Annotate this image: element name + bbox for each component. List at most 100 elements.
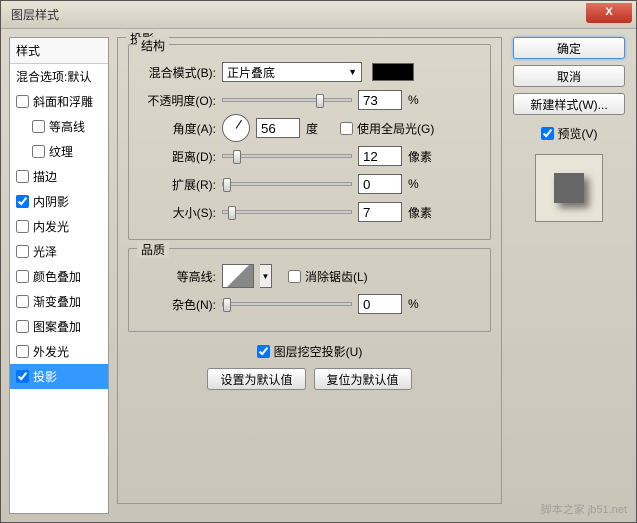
distance-slider[interactable] <box>222 154 352 158</box>
close-button[interactable]: X <box>586 3 632 23</box>
style-item-11[interactable]: 投影 <box>10 364 108 389</box>
spread-slider[interactable] <box>222 182 352 186</box>
contour-dropdown-arrow[interactable]: ▼ <box>260 264 272 288</box>
style-checkbox[interactable] <box>16 320 29 333</box>
dialog-title: 图层样式 <box>5 6 59 23</box>
quality-legend: 品质 <box>137 241 169 258</box>
style-label: 渐变叠加 <box>33 293 81 310</box>
preview-label: 预览(V) <box>558 125 598 142</box>
angle-dial[interactable] <box>222 114 250 142</box>
style-item-0[interactable]: 斜面和浮雕 <box>10 89 108 114</box>
cancel-button[interactable]: 取消 <box>513 65 625 87</box>
preview-shadow-icon <box>554 173 584 203</box>
style-label: 斜面和浮雕 <box>33 93 93 110</box>
style-item-4[interactable]: 内阴影 <box>10 189 108 214</box>
style-item-8[interactable]: 渐变叠加 <box>10 289 108 314</box>
distance-row: 距离(D): 像素 <box>141 145 478 167</box>
blend-mode-value: 正片叠底 <box>227 64 275 81</box>
new-style-button[interactable]: 新建样式(W)... <box>513 93 625 115</box>
noise-unit: % <box>408 297 436 311</box>
style-item-7[interactable]: 颜色叠加 <box>10 264 108 289</box>
global-light-checkbox[interactable] <box>340 122 353 135</box>
style-checkbox[interactable] <box>32 120 45 133</box>
noise-row: 杂色(N): % <box>141 293 478 315</box>
ok-button[interactable]: 确定 <box>513 37 625 59</box>
make-default-button[interactable]: 设置为默认值 <box>207 368 305 390</box>
opacity-input[interactable] <box>358 90 402 110</box>
style-label: 描边 <box>33 168 57 185</box>
knockout-checkbox-row[interactable]: 图层挖空投影(U) <box>257 343 363 360</box>
style-label: 光泽 <box>33 243 57 260</box>
global-light-label: 使用全局光(G) <box>357 120 434 137</box>
style-label: 内阴影 <box>33 193 69 210</box>
antialias-checkbox[interactable] <box>288 270 301 283</box>
style-label: 图案叠加 <box>33 318 81 335</box>
contour-label: 等高线: <box>141 268 216 285</box>
preview-checkbox[interactable] <box>541 127 554 140</box>
antialias-label: 消除锯齿(L) <box>305 268 368 285</box>
size-unit: 像素 <box>408 204 436 221</box>
spread-unit: % <box>408 177 436 191</box>
style-checkbox[interactable] <box>16 370 29 383</box>
global-light-checkbox-row[interactable]: 使用全局光(G) <box>340 120 434 137</box>
noise-label: 杂色(N): <box>141 296 216 313</box>
watermark: 脚本之家 jb51.net <box>541 501 627 517</box>
style-item-5[interactable]: 内发光 <box>10 214 108 239</box>
blend-mode-row: 混合模式(B): 正片叠底 ▼ <box>141 61 478 83</box>
style-checkbox[interactable] <box>16 295 29 308</box>
preview-checkbox-row[interactable]: 预览(V) <box>541 125 598 142</box>
angle-input[interactable] <box>256 118 300 138</box>
style-item-9[interactable]: 图案叠加 <box>10 314 108 339</box>
style-label: 颜色叠加 <box>33 268 81 285</box>
style-item-10[interactable]: 外发光 <box>10 339 108 364</box>
distance-input[interactable] <box>358 146 402 166</box>
distance-unit: 像素 <box>408 148 436 165</box>
spread-input[interactable] <box>358 174 402 194</box>
size-input[interactable] <box>358 202 402 222</box>
layer-style-dialog: 图层样式 X 样式 混合选项:默认 斜面和浮雕等高线纹理描边内阴影内发光光泽颜色… <box>0 0 637 523</box>
style-checkbox[interactable] <box>16 245 29 258</box>
angle-row: 角度(A): 度 使用全局光(G) <box>141 117 478 139</box>
antialias-checkbox-row[interactable]: 消除锯齿(L) <box>288 268 368 285</box>
styles-header[interactable]: 样式 <box>10 38 108 64</box>
style-checkbox[interactable] <box>32 145 45 158</box>
dialog-content: 样式 混合选项:默认 斜面和浮雕等高线纹理描边内阴影内发光光泽颜色叠加渐变叠加图… <box>1 29 636 522</box>
contour-picker[interactable] <box>222 264 254 288</box>
blending-options-item[interactable]: 混合选项:默认 <box>10 64 108 89</box>
reset-default-button[interactable]: 复位为默认值 <box>314 368 412 390</box>
style-checkbox[interactable] <box>16 270 29 283</box>
spread-row: 扩展(R): % <box>141 173 478 195</box>
style-item-6[interactable]: 光泽 <box>10 239 108 264</box>
spread-label: 扩展(R): <box>141 176 216 193</box>
style-label: 内发光 <box>33 218 69 235</box>
opacity-slider[interactable] <box>222 98 352 102</box>
knockout-row: 图层挖空投影(U) <box>128 340 491 362</box>
structure-group: 结构 混合模式(B): 正片叠底 ▼ 不透明度(O): % <box>128 44 491 240</box>
noise-input[interactable] <box>358 294 402 314</box>
structure-legend: 结构 <box>137 37 169 54</box>
style-checkbox[interactable] <box>16 345 29 358</box>
angle-unit: 度 <box>306 120 334 137</box>
shadow-color-swatch[interactable] <box>372 63 414 81</box>
style-label: 外发光 <box>33 343 69 360</box>
titlebar[interactable]: 图层样式 X <box>1 1 636 29</box>
noise-slider[interactable] <box>222 302 352 306</box>
opacity-row: 不透明度(O): % <box>141 89 478 111</box>
effect-section: 投影 结构 混合模式(B): 正片叠底 ▼ 不透明度(O): <box>117 37 502 504</box>
style-checkbox[interactable] <box>16 170 29 183</box>
right-panel: 确定 取消 新建样式(W)... 预览(V) <box>510 37 628 514</box>
style-item-3[interactable]: 描边 <box>10 164 108 189</box>
size-slider[interactable] <box>222 210 352 214</box>
preview-thumbnail <box>535 154 603 222</box>
knockout-label: 图层挖空投影(U) <box>274 343 363 360</box>
style-checkbox[interactable] <box>16 220 29 233</box>
style-item-2[interactable]: 纹理 <box>10 139 108 164</box>
knockout-checkbox[interactable] <box>257 345 270 358</box>
style-item-1[interactable]: 等高线 <box>10 114 108 139</box>
blend-mode-dropdown[interactable]: 正片叠底 ▼ <box>222 62 362 82</box>
contour-row: 等高线: ▼ 消除锯齿(L) <box>141 265 478 287</box>
size-row: 大小(S): 像素 <box>141 201 478 223</box>
style-checkbox[interactable] <box>16 95 29 108</box>
style-label: 等高线 <box>49 118 85 135</box>
style-checkbox[interactable] <box>16 195 29 208</box>
